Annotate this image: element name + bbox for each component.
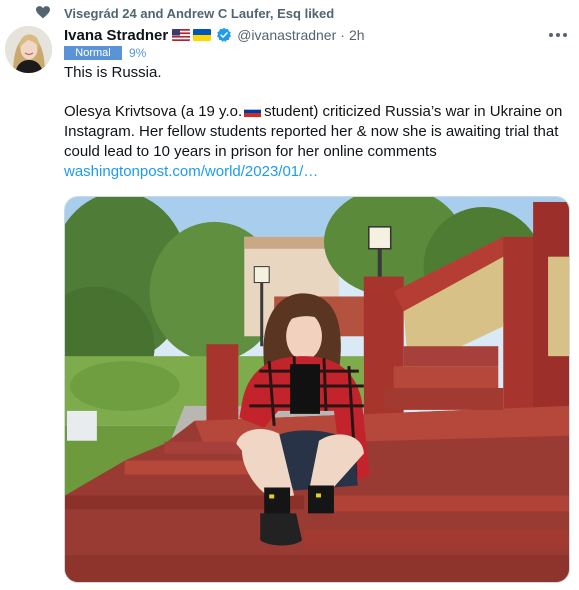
us-flag-icon [172,29,191,41]
tweet-text-part-b: student) criticized Russia’s war in Ukra… [264,103,563,120]
score-percent: 9% [129,45,147,60]
tweet-timestamp[interactable]: 2h [349,27,365,43]
avatar[interactable] [5,26,52,73]
tweet-link[interactable]: washingtonpost.com/world/2023/01/… [64,162,318,182]
bot-score-row: Normal 9% [64,45,146,60]
tweet-text-line2: Olesya Krivtsova (a 19 y.o. student) crit… [64,102,562,122]
tweet-header: Ivana Stradner @ivanastradner · 2h [64,26,365,44]
status-badge: Normal [64,45,122,60]
russia-flag-icon [244,106,262,117]
tweet-text-line4: could lead to 10 years in prison for her… [64,143,437,160]
tweet-text-line3: Instagram. Her fellow students reported … [64,123,559,140]
separator-dot: · [340,27,345,43]
ukraine-flag-icon [193,29,212,41]
more-options-icon[interactable] [549,28,567,42]
verified-badge-icon [217,27,232,42]
social-context-text[interactable]: Visegrád 24 and Andrew C Laufer, Esq lik… [64,6,334,21]
tweet-text-part-a: Olesya Krivtsova (a 19 y.o. [64,103,243,120]
tweet-photo[interactable] [64,196,570,583]
heart-icon [36,6,50,19]
tweet-text-line1: This is Russia. [64,64,162,81]
author-handle[interactable]: @ivanastradner [237,27,336,43]
author-name[interactable]: Ivana Stradner [64,27,168,44]
